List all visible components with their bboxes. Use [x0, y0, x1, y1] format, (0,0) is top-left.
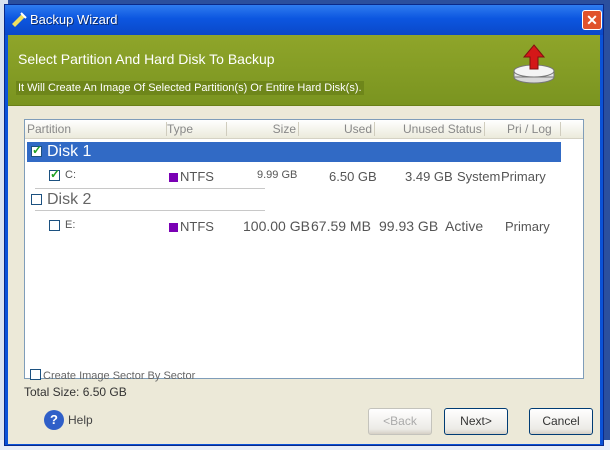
cancel-button[interactable]: Cancel — [529, 408, 593, 435]
window-title: Backup Wizard — [30, 12, 118, 27]
partition-row-c[interactable]: C: NTFS 9.99 GB 6.50 GB 3.49 GB System P… — [27, 166, 561, 186]
title-bar[interactable]: Backup Wizard ✕ — [5, 5, 603, 35]
partition-name: E: — [65, 219, 76, 231]
header-title: Select Partition And Hard Disk To Backup — [18, 51, 275, 67]
disk-2-checkbox[interactable] — [31, 194, 42, 205]
partition-size: 100.00 GB — [243, 218, 310, 234]
ntfs-swatch — [169, 223, 178, 233]
sector-by-sector-option[interactable]: Create Image Sector By Sector — [30, 368, 195, 382]
disk-1-checkbox[interactable] — [31, 143, 42, 157]
row-separator — [35, 188, 265, 189]
help-link[interactable]: Help — [68, 413, 93, 427]
partition-list[interactable]: Partition Type Size Used Unused Status P… — [24, 119, 584, 379]
ntfs-swatch — [169, 173, 178, 183]
col-size[interactable]: Size — [227, 122, 299, 136]
partition-type: NTFS — [169, 219, 214, 234]
col-pri-log[interactable]: Pri / Log — [505, 122, 561, 136]
partition-size: 9.99 GB — [257, 169, 298, 181]
col-type[interactable]: Type — [167, 122, 227, 136]
partition-status: System — [457, 169, 501, 184]
sector-by-sector-label: Create Image Sector By Sector — [43, 370, 196, 382]
backup-wizard-window: Backup Wizard ✕ Select Partition And Har… — [4, 4, 604, 446]
row-separator — [35, 210, 265, 211]
wizard-header: Select Partition And Hard Disk To Backup… — [8, 35, 600, 106]
wizard-icon — [12, 12, 27, 27]
back-button[interactable]: <Back — [368, 408, 432, 435]
column-header: Partition Type Size Used Unused Status P… — [25, 120, 583, 139]
partition-pri-log: Primary — [501, 169, 546, 184]
partition-status: Active — [445, 218, 484, 234]
col-used[interactable]: Used — [299, 122, 375, 136]
partition-type: NTFS — [169, 169, 214, 184]
partition-unused: 3.49 GB — [405, 169, 453, 184]
disk-1-label: Disk 1 — [47, 143, 92, 160]
help-icon[interactable]: ? — [44, 410, 64, 430]
partition-used: 6.50 GB — [329, 169, 377, 184]
partition-e-checkbox[interactable] — [49, 220, 60, 231]
col-partition[interactable]: Partition — [27, 122, 167, 136]
partition-pri-log: Primary — [505, 219, 550, 234]
wizard-client-area: Select Partition And Hard Disk To Backup… — [8, 35, 600, 444]
header-subtitle: It Will Create An Image Of Selected Part… — [16, 81, 364, 95]
total-size: Total Size: 6.50 GB — [24, 385, 127, 399]
partition-unused: 99.93 GB — [379, 218, 439, 234]
disk-row-1[interactable]: Disk 1 — [27, 142, 561, 162]
sector-by-sector-checkbox[interactable] — [30, 369, 41, 380]
disk-2-label: Disk 2 — [47, 191, 92, 208]
next-button[interactable]: Next> — [444, 408, 508, 435]
disk-row-2[interactable]: Disk 2 — [27, 190, 561, 210]
partition-used: 67.59 MB — [311, 218, 371, 234]
backup-disk-icon — [513, 44, 555, 84]
partition-name: C: — [65, 169, 76, 181]
partition-c-checkbox[interactable] — [49, 167, 60, 181]
close-button[interactable]: ✕ — [582, 10, 602, 30]
col-unused-status[interactable]: Unused Status — [375, 122, 485, 136]
partition-row-e[interactable]: E: NTFS 100.00 GB 67.59 MB 99.93 GB Acti… — [27, 216, 561, 236]
